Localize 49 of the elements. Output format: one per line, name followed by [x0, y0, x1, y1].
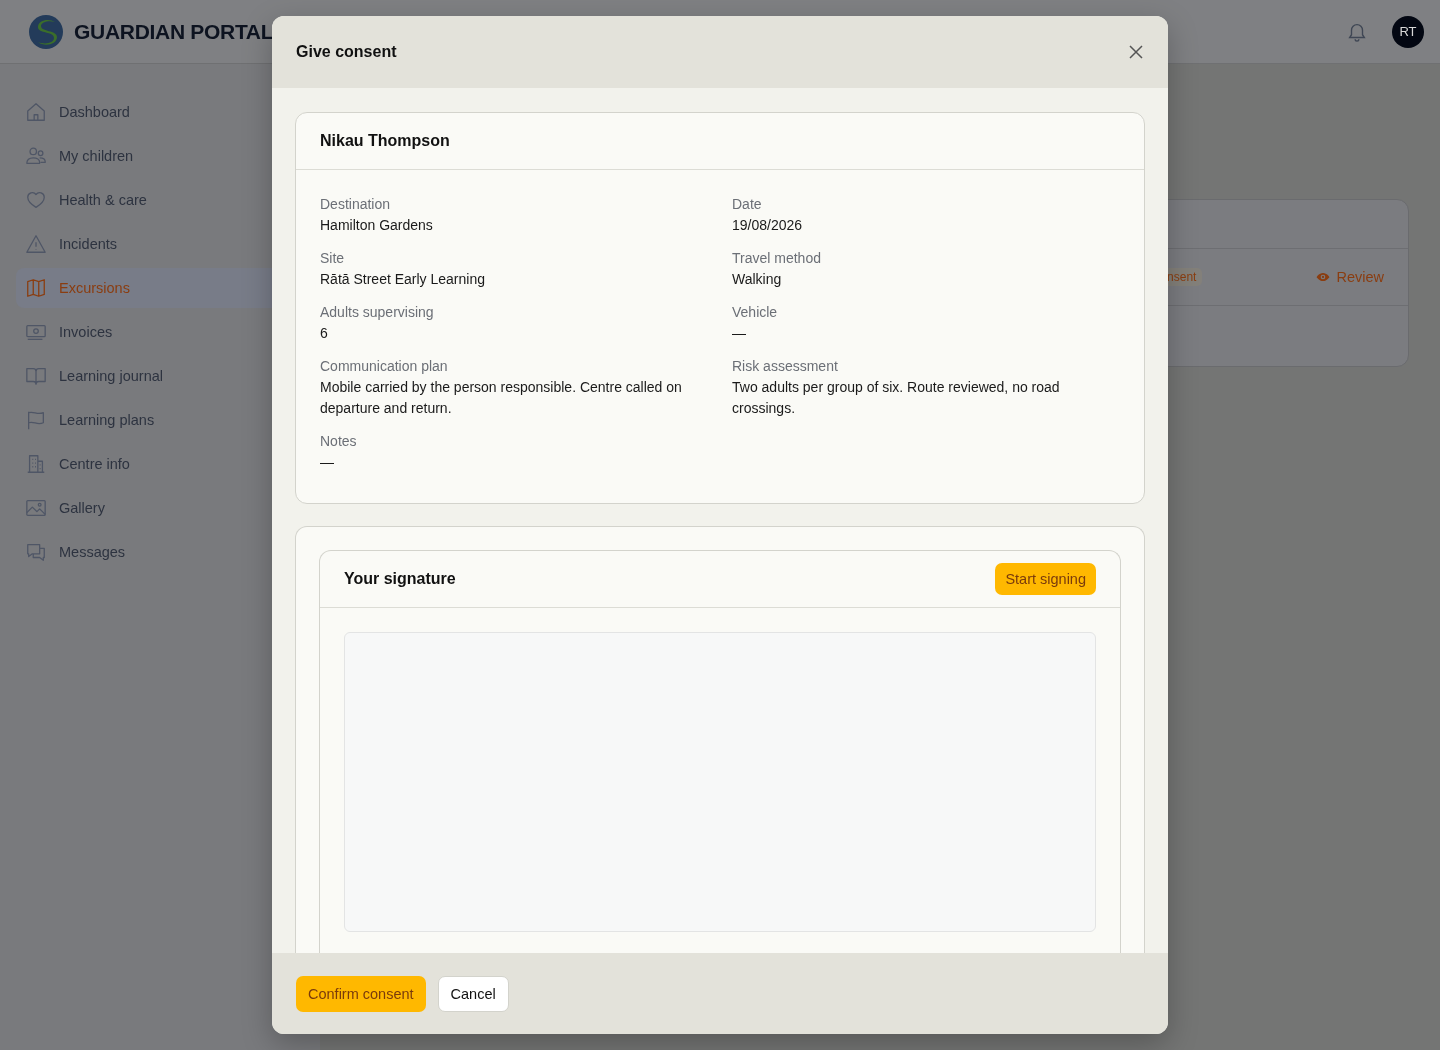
heart-icon [25, 189, 47, 211]
field-value: 6 [320, 324, 329, 343]
sidebar-item[interactable]: Gallery [16, 488, 320, 528]
sidebar-item[interactable]: Invoices [16, 312, 320, 352]
dialog-title: Give consent [296, 43, 397, 61]
primary-button[interactable]: Confirm consent [296, 975, 426, 1012]
map-icon [25, 277, 47, 299]
user-avatar[interactable]: RT [1392, 15, 1424, 48]
start-signing-button[interactable]: Start signing [995, 563, 1096, 595]
sidebar-item[interactable]: Dashboard [16, 92, 320, 132]
field-label: Adults supervising [320, 304, 435, 320]
field-label: Date [732, 196, 763, 212]
child-name: Nikau Thompson [320, 132, 450, 150]
field-label: Site [320, 250, 346, 266]
field-label: Travel method [732, 250, 822, 266]
sidebar-item[interactable]: Learning journal [16, 356, 320, 396]
field-value: — [320, 453, 335, 472]
sidebar-item[interactable]: Messages [16, 532, 320, 572]
field-label: Destination [320, 196, 392, 212]
people-icon [25, 145, 47, 167]
field-label: Risk assessment [732, 358, 839, 374]
field-value: Mobile carried by the person responsible. Centre called on departure and return. [320, 378, 683, 418]
brand-name: GUARDIAN PORTAL [74, 19, 274, 44]
secondary-button[interactable]: Cancel [437, 975, 509, 1012]
field-value: Two adults per group of six. Route reviewed, no road crossings. [732, 378, 1061, 418]
field-label: Communication plan [320, 358, 449, 374]
field-value: 19/08/2026 [732, 216, 804, 235]
sidebar-item[interactable]: Learning plans [16, 400, 320, 440]
image-icon [25, 497, 47, 519]
eye-icon [1316, 270, 1331, 284]
field-value: Walking [732, 270, 783, 289]
sidebar-item[interactable]: Centre info [16, 444, 320, 484]
chat-icon [25, 541, 47, 563]
field-value: Hamilton Gardens [320, 216, 434, 235]
building-icon [25, 453, 47, 475]
review-link[interactable]: Review [1316, 269, 1384, 285]
field-value: — [732, 324, 747, 343]
sidebar-item[interactable]: My children [16, 136, 320, 176]
warning-icon [25, 233, 47, 255]
flag-icon [25, 409, 47, 431]
field-label: Notes [320, 433, 358, 449]
sidebar-item[interactable]: Health & care [16, 180, 320, 220]
book-icon [25, 365, 47, 387]
sidebar-item[interactable]: Incidents [16, 224, 320, 264]
field-label: Vehicle [732, 304, 779, 320]
signature-title: Your signature [344, 570, 456, 588]
field-value: Rātā Street Early Learning [320, 270, 486, 289]
home-icon [25, 101, 47, 123]
logo-icon [28, 13, 64, 50]
